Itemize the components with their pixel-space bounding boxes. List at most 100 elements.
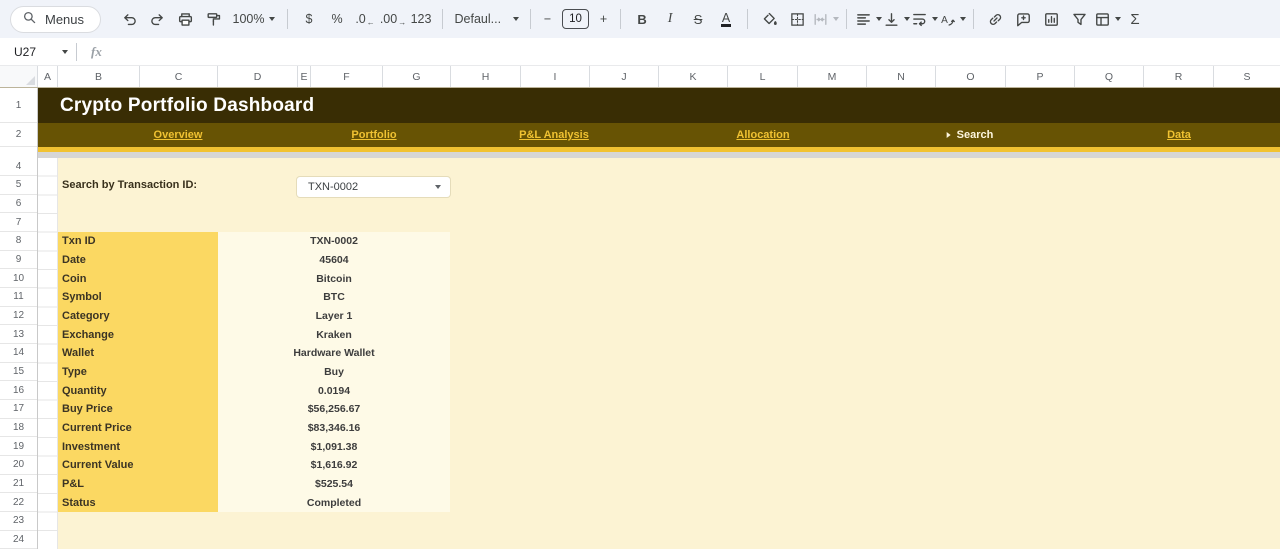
table-row[interactable]: Exchange Kraken — [58, 325, 450, 344]
table-row[interactable]: Buy Price $56,256.67 — [58, 400, 450, 419]
record-field-label[interactable]: Coin — [58, 273, 218, 285]
decrease-font-size-button[interactable]: − — [539, 6, 557, 33]
column-header-C[interactable]: C — [140, 66, 218, 87]
select-all-corner[interactable] — [0, 66, 38, 87]
increase-decimal-button[interactable]: .00 → — [380, 6, 407, 33]
transaction-id-dropdown[interactable]: TXN-0002 — [297, 176, 450, 197]
nav-item-allocation[interactable]: Allocation — [736, 123, 789, 147]
record-field-value[interactable]: TXN-0002 — [218, 235, 450, 247]
record-field-label[interactable]: Wallet — [58, 347, 218, 359]
redo-button[interactable] — [144, 6, 171, 33]
column-header-B[interactable]: B — [58, 66, 140, 87]
nav-item-overview[interactable]: Overview — [154, 123, 203, 147]
paint-format-button[interactable] — [200, 6, 227, 33]
fx-icon[interactable]: fx — [91, 44, 102, 60]
column-header-L[interactable]: L — [728, 66, 798, 87]
record-field-label[interactable]: Exchange — [58, 329, 218, 341]
table-row[interactable]: Coin Bitcoin — [58, 269, 450, 288]
record-field-label[interactable]: Quantity — [58, 385, 218, 397]
table-row[interactable]: Date 45604 — [58, 251, 450, 270]
row-header-18[interactable]: 18 — [0, 418, 37, 438]
table-row[interactable]: Current Value $1,616.92 — [58, 456, 450, 475]
nav-item-data[interactable]: Data — [1167, 123, 1191, 147]
row-header-15[interactable]: 15 — [0, 362, 37, 382]
strikethrough-button[interactable]: S — [685, 6, 712, 33]
record-field-value[interactable]: Layer 1 — [218, 310, 450, 322]
more-formats-button[interactable]: 123 — [408, 6, 435, 33]
record-field-label[interactable]: P&L — [58, 478, 218, 490]
text-color-button[interactable]: A — [713, 6, 740, 33]
record-field-value[interactable]: $1,616.92 — [218, 459, 450, 471]
nav-item-search[interactable]: Search — [946, 123, 993, 147]
record-field-value[interactable]: $1,091.38 — [218, 441, 450, 453]
row-header-12[interactable]: 12 — [0, 306, 37, 326]
merge-cells-button[interactable] — [812, 6, 839, 33]
row-header-10[interactable]: 10 — [0, 269, 37, 289]
column-header-E[interactable]: E — [298, 66, 311, 87]
column-header-Q[interactable]: Q — [1075, 66, 1144, 87]
table-row[interactable]: Txn ID TXN-0002 — [58, 232, 450, 251]
table-row[interactable]: Wallet Hardware Wallet — [58, 344, 450, 363]
undo-button[interactable] — [116, 6, 143, 33]
column-header-H[interactable]: H — [451, 66, 521, 87]
column-header-M[interactable]: M — [798, 66, 867, 87]
record-field-value[interactable]: Kraken — [218, 329, 450, 341]
text-rotation-button[interactable]: A — [939, 6, 966, 33]
menus-search-button[interactable]: Menus — [10, 5, 102, 33]
font-family-dropdown[interactable]: Defaul... — [451, 6, 523, 33]
insert-chart-button[interactable] — [1038, 6, 1065, 33]
print-button[interactable] — [172, 6, 199, 33]
text-wrapping-button[interactable] — [911, 6, 938, 33]
vertical-align-button[interactable] — [883, 6, 910, 33]
record-field-value[interactable]: 0.0194 — [218, 385, 450, 397]
record-field-value[interactable]: Buy — [218, 366, 450, 378]
row-header-17[interactable]: 17 — [0, 400, 37, 419]
decrease-decimal-button[interactable]: .0 ← — [352, 6, 379, 33]
record-field-value[interactable]: Bitcoin — [218, 273, 450, 285]
record-field-label[interactable]: Category — [58, 310, 218, 322]
column-header-P[interactable]: P — [1006, 66, 1075, 87]
row-header-8[interactable]: 8 — [0, 232, 37, 251]
font-size-input[interactable]: 10 — [562, 9, 590, 29]
insert-table-button[interactable] — [1094, 6, 1121, 33]
column-header-I[interactable]: I — [521, 66, 590, 87]
record-field-label[interactable]: Date — [58, 254, 218, 266]
nav-item-p-l-analysis[interactable]: P&L Analysis — [519, 123, 589, 147]
table-row[interactable]: Investment $1,091.38 — [58, 437, 450, 456]
column-header-S[interactable]: S — [1214, 66, 1280, 87]
create-filter-button[interactable] — [1066, 6, 1093, 33]
row-header-21[interactable]: 21 — [0, 474, 37, 494]
column-header-O[interactable]: O — [936, 66, 1006, 87]
record-field-value[interactable]: Completed — [218, 497, 450, 509]
bold-button[interactable]: B — [629, 6, 656, 33]
row-header-9[interactable]: 9 — [0, 250, 37, 270]
row-header-24[interactable]: 24 — [0, 530, 37, 549]
row-header-6[interactable]: 6 — [0, 194, 37, 214]
record-field-label[interactable]: Buy Price — [58, 403, 218, 415]
record-field-value[interactable]: $525.54 — [218, 478, 450, 490]
table-row[interactable]: Type Buy — [58, 363, 450, 382]
row-header-1[interactable]: 1 — [0, 88, 37, 123]
column-header-F[interactable]: F — [311, 66, 383, 87]
table-row[interactable]: P&L $525.54 — [58, 475, 450, 494]
column-header-R[interactable]: R — [1144, 66, 1214, 87]
row-header-11[interactable]: 11 — [0, 288, 37, 307]
record-field-label[interactable]: Current Price — [58, 422, 218, 434]
record-field-value[interactable]: $56,256.67 — [218, 403, 450, 415]
column-header-D[interactable]: D — [218, 66, 298, 87]
insert-link-button[interactable] — [982, 6, 1009, 33]
record-field-label[interactable]: Status — [58, 497, 218, 509]
increase-font-size-button[interactable]: + — [595, 6, 613, 33]
row-header-7[interactable]: 7 — [0, 213, 37, 233]
row-header-2[interactable]: 2 — [0, 123, 37, 147]
record-field-label[interactable]: Type — [58, 366, 218, 378]
column-a-strip[interactable] — [38, 157, 58, 549]
row-header-4[interactable]: 4 — [0, 157, 37, 177]
nav-item-portfolio[interactable]: Portfolio — [351, 123, 396, 147]
column-header-G[interactable]: G — [383, 66, 451, 87]
row-header-13[interactable]: 13 — [0, 325, 37, 345]
borders-button[interactable] — [784, 6, 811, 33]
record-field-label[interactable]: Investment — [58, 441, 218, 453]
table-row[interactable]: Symbol BTC — [58, 288, 450, 307]
record-field-label[interactable]: Current Value — [58, 459, 218, 471]
